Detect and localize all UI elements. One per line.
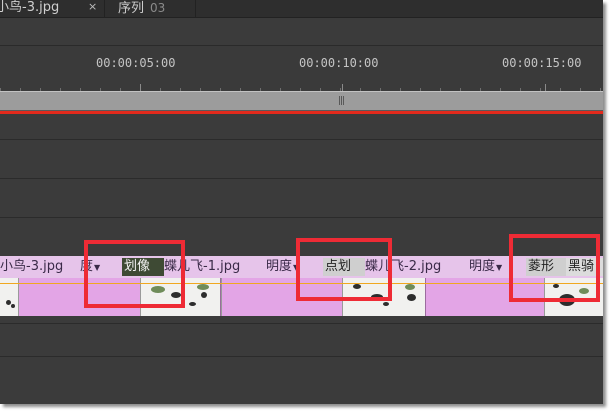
render-status-line	[0, 111, 603, 114]
track-divider	[0, 217, 603, 218]
work-area-grip[interactable]: |||	[338, 96, 345, 106]
track-divider	[0, 323, 603, 324]
track-divider	[0, 178, 603, 179]
annotation-box	[509, 234, 600, 302]
tab-sequence-label: 序列	[118, 1, 145, 16]
track-divider	[0, 139, 603, 140]
tab-divider	[104, 0, 105, 17]
tab-bar: 小鸟-3.jpg × 序列 03	[0, 0, 603, 18]
annotation-box	[296, 238, 392, 301]
annotation-box	[84, 240, 185, 308]
tab-sequence-number: 03	[150, 1, 166, 15]
tab-clip-label: 小鸟-3.jpg	[0, 0, 60, 15]
clip-name-bird-3[interactable]: 小鸟-3.jpg	[0, 256, 78, 278]
tab-clip[interactable]: 小鸟-3.jpg	[0, 0, 59, 17]
dropdown-arrow-icon: ▼	[496, 263, 503, 272]
tab-sequence[interactable]: 序列 03	[118, 0, 165, 17]
work-area-bar[interactable]: |||	[0, 91, 603, 111]
clip-effect-label: 明度	[266, 259, 293, 274]
track-divider	[0, 356, 603, 357]
timecode-15s: 00:00:15:00	[502, 56, 582, 70]
time-ruler[interactable]: 00:00:05:00 00:00:10:00 00:00:15:00	[0, 45, 603, 92]
tab-divider	[195, 0, 196, 17]
clip-effect-label: 明度	[469, 259, 496, 274]
timecode-10s: 00:00:10:00	[299, 56, 379, 70]
timeline-panel: 小鸟-3.jpg × 序列 03 00:00:05:00 00:00:10:00 …	[0, 0, 603, 404]
timecode-5s: 00:00:05:00	[96, 56, 176, 70]
close-icon[interactable]: ×	[88, 0, 97, 14]
